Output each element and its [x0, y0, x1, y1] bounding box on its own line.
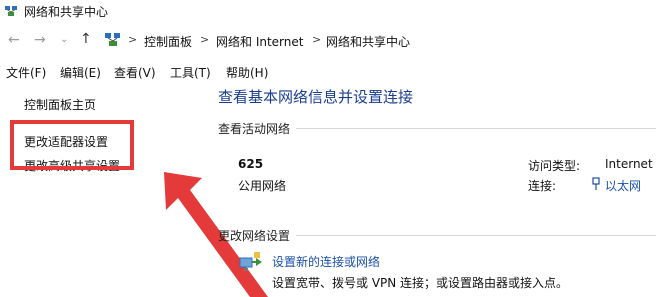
menu-tools[interactable]: 工具(T): [170, 64, 211, 81]
breadcrumb-separator: >: [200, 33, 210, 46]
page-title: 查看基本网络信息并设置连接: [218, 88, 414, 106]
section-divider: [296, 128, 656, 129]
menu-help[interactable]: 帮助(H): [226, 64, 268, 81]
ethernet-icon: [590, 176, 602, 190]
up-arrow-icon[interactable]: ↑: [80, 31, 92, 47]
breadcrumb-separator: >: [312, 33, 322, 46]
annotation-highlight-box: [10, 120, 134, 170]
breadcrumb-network-sharing-center[interactable]: 网络和共享中心: [326, 33, 410, 50]
breadcrumb-control-panel[interactable]: 控制面板: [144, 33, 192, 50]
menu-file[interactable]: 文件(F): [6, 64, 46, 81]
breadcrumb-network-internet[interactable]: 网络和 Internet: [216, 33, 303, 50]
section-label-active-networks: 查看活动网络: [218, 122, 291, 136]
section-label-change-settings: 更改网络设置: [218, 229, 291, 243]
menu-view[interactable]: 查看(V): [114, 64, 156, 81]
new-connection-icon: [238, 250, 264, 276]
connection-ethernet-link[interactable]: 以太网: [605, 177, 641, 194]
sidebar-item-control-panel-home[interactable]: 控制面板主页: [24, 96, 96, 113]
recent-locations-chevron-icon[interactable]: ⌄: [60, 32, 68, 48]
back-icon[interactable]: ←: [8, 32, 20, 48]
setup-new-connection-description: 设置宽带、拨号或 VPN 连接；或设置路由器或接入点。: [272, 276, 569, 290]
connection-label: 连接:: [528, 179, 557, 193]
forward-icon[interactable]: →: [34, 32, 46, 48]
breadcrumb-separator: >: [128, 33, 138, 46]
network-center-icon: [4, 3, 18, 17]
access-type-value: Internet: [605, 157, 653, 171]
menu-edit[interactable]: 编辑(E): [60, 64, 101, 81]
setup-new-connection-link[interactable]: 设置新的连接或网络: [272, 253, 380, 270]
network-type: 公用网络: [238, 179, 287, 193]
window-title: 网络和共享中心: [24, 5, 109, 19]
access-type-label: 访问类型:: [528, 159, 581, 173]
control-panel-icon: [104, 32, 122, 48]
network-name: 625: [238, 157, 264, 171]
section-divider: [296, 235, 656, 236]
